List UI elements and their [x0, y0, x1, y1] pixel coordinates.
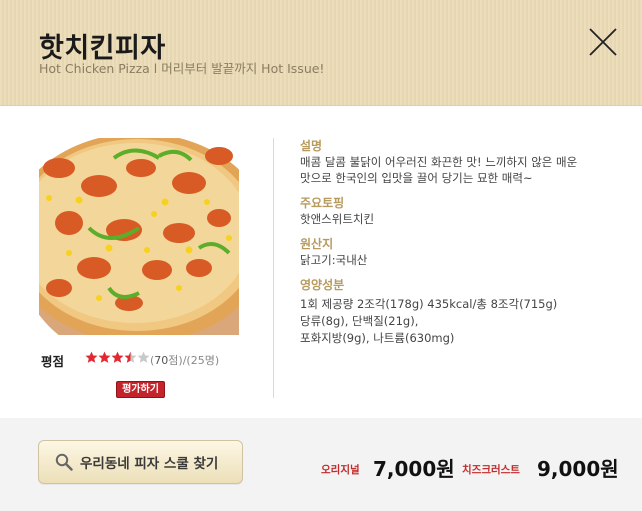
close-button[interactable]: [588, 27, 618, 57]
origin-heading: 원산지: [300, 237, 334, 251]
rating-count: (70점)/(25명): [150, 352, 219, 368]
nutrition-line1: 1회 제공량 2조각(178g) 435kcal/총 8조각(715g): [300, 297, 558, 311]
description-text-line1: 매콤 달콤 불닭이 어우러진 화끈한 맛! 느끼하지 않은 매운: [300, 155, 578, 169]
rating-label: 평점: [41, 354, 65, 369]
origin-section: 원산지 닭고기:국내산: [300, 237, 620, 268]
topping-heading: 주요토핑: [300, 196, 345, 210]
find-store-button[interactable]: 우리동네 피자 스쿨 찾기: [38, 440, 243, 484]
description-section: 설명 매콤 달콤 불닭이 어우러진 화끈한 맛! 느끼하지 않은 매운 맛으로 …: [300, 139, 620, 186]
divider: [273, 138, 274, 398]
star-filled-icon: [98, 351, 111, 363]
product-info: 설명 매콤 달콤 불닭이 어우러진 화끈한 맛! 느끼하지 않은 매운 맛으로 …: [300, 139, 620, 357]
star-rating: [85, 351, 150, 364]
close-icon: [589, 28, 617, 56]
original-price: 7,000원: [373, 457, 455, 481]
page-subtitle: Hot Chicken Pizza l 머리부터 발끝까지 Hot Issue!: [39, 61, 325, 76]
cheese-crust-price: 9,000원: [537, 457, 619, 481]
find-store-label: 우리동네 피자 스쿨 찾기: [80, 456, 219, 472]
star-empty-icon: [137, 351, 150, 363]
nutrition-section: 영양성분 1회 제공량 2조각(178g) 435kcal/총 8조각(715g…: [300, 278, 620, 347]
star-half-icon: [124, 351, 137, 363]
topping-section: 주요토핑 핫앤스위트치킨: [300, 196, 620, 227]
origin-text: 닭고기:국내산: [300, 253, 368, 267]
star-filled-icon: [85, 351, 98, 363]
description-text-line2: 맛으로 한국인의 입맛을 끌어 당기는 묘한 매력~: [300, 171, 533, 185]
rating-unit: 점: [168, 354, 179, 367]
search-icon: [55, 453, 73, 471]
pizza-image: [39, 138, 239, 335]
nutrition-heading: 영양성분: [300, 278, 345, 292]
rating-score: 70: [154, 354, 169, 367]
rate-button[interactable]: 평가하기: [116, 381, 165, 398]
nutrition-line2: 당류(8g), 단백질(21g),: [300, 314, 419, 328]
original-price-label: 오리지널: [321, 464, 360, 476]
header: 핫치킨피자 Hot Chicken Pizza l 머리부터 발끝까지 Hot …: [0, 0, 642, 106]
star-filled-icon: [111, 351, 124, 363]
rating-count-suffix: )/(25명): [178, 354, 220, 367]
nutrition-line3: 포화지방(9g), 나트륨(630mg): [300, 331, 455, 345]
description-heading: 설명: [300, 139, 323, 153]
topping-text: 핫앤스위트치킨: [300, 212, 375, 226]
cheese-crust-price-label: 치즈크러스트: [462, 464, 520, 476]
